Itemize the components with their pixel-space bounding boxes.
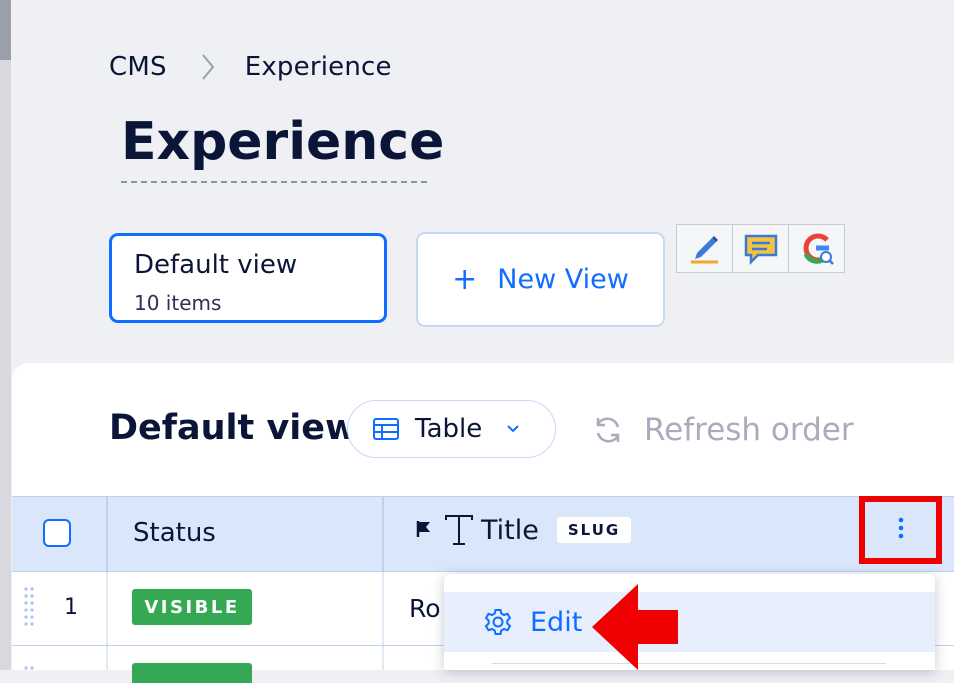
flag-icon [415,515,433,546]
google-search-icon[interactable] [789,225,844,272]
breadcrumb-current: Experience [244,52,392,82]
breadcrumb-root[interactable]: CMS [109,52,167,82]
column-header-status[interactable]: Status [133,518,216,548]
status-badge [132,663,252,683]
status-badge: VISIBLE [132,589,252,625]
refresh-order-button[interactable]: Refresh order [592,412,854,448]
breadcrumb: CMS Experience [109,52,392,82]
text-type-icon [443,513,475,547]
title-underline [121,181,427,183]
extension-icons [676,224,845,273]
window-edge [0,0,11,670]
column-title-label: Title [481,514,539,546]
menu-item-edit-label: Edit [530,606,583,638]
row-number: 1 [64,595,78,620]
layout-label: Table [415,414,483,444]
table-icon [373,418,399,440]
column-header-title[interactable]: Title SLUG [415,513,632,547]
column-divider[interactable] [382,497,384,571]
annotation-arrow-icon [592,584,678,670]
drag-handle-icon[interactable] [23,586,35,628]
page-title[interactable]: Experience [121,112,444,172]
column-divider [382,572,384,645]
new-view-label: New View [497,264,629,295]
plus-icon: + [452,262,478,297]
title-cell[interactable]: Ro [409,594,441,623]
column-divider [382,646,384,670]
view-title: Default view [109,408,358,448]
default-view-card[interactable]: Default view 10 items [109,233,387,323]
menu-item-edit[interactable]: Edit [444,592,935,652]
menu-divider [492,663,886,664]
column-divider [106,646,108,670]
new-view-button[interactable]: + New View [416,232,665,327]
refresh-icon [592,414,624,446]
view-name: Default view [134,250,298,280]
drag-handle-icon[interactable] [23,660,35,670]
column-divider [106,497,108,571]
slug-tag: SLUG [556,517,632,543]
column-context-menu: Edit [444,574,935,670]
view-item-count: 10 items [134,291,222,315]
gear-icon [483,607,513,637]
more-vertical-icon [898,517,904,543]
column-divider [106,572,108,645]
comment-icon[interactable] [733,225,789,272]
table-header: Status Title SLUG [12,496,954,572]
pencil-icon[interactable] [677,225,733,272]
layout-dropdown[interactable]: Table [347,400,556,458]
chevron-down-icon [506,424,520,434]
column-more-actions-button[interactable] [859,496,942,564]
chevron-right-icon [201,53,215,81]
select-all-checkbox[interactable] [43,519,71,547]
refresh-order-label: Refresh order [644,412,854,448]
